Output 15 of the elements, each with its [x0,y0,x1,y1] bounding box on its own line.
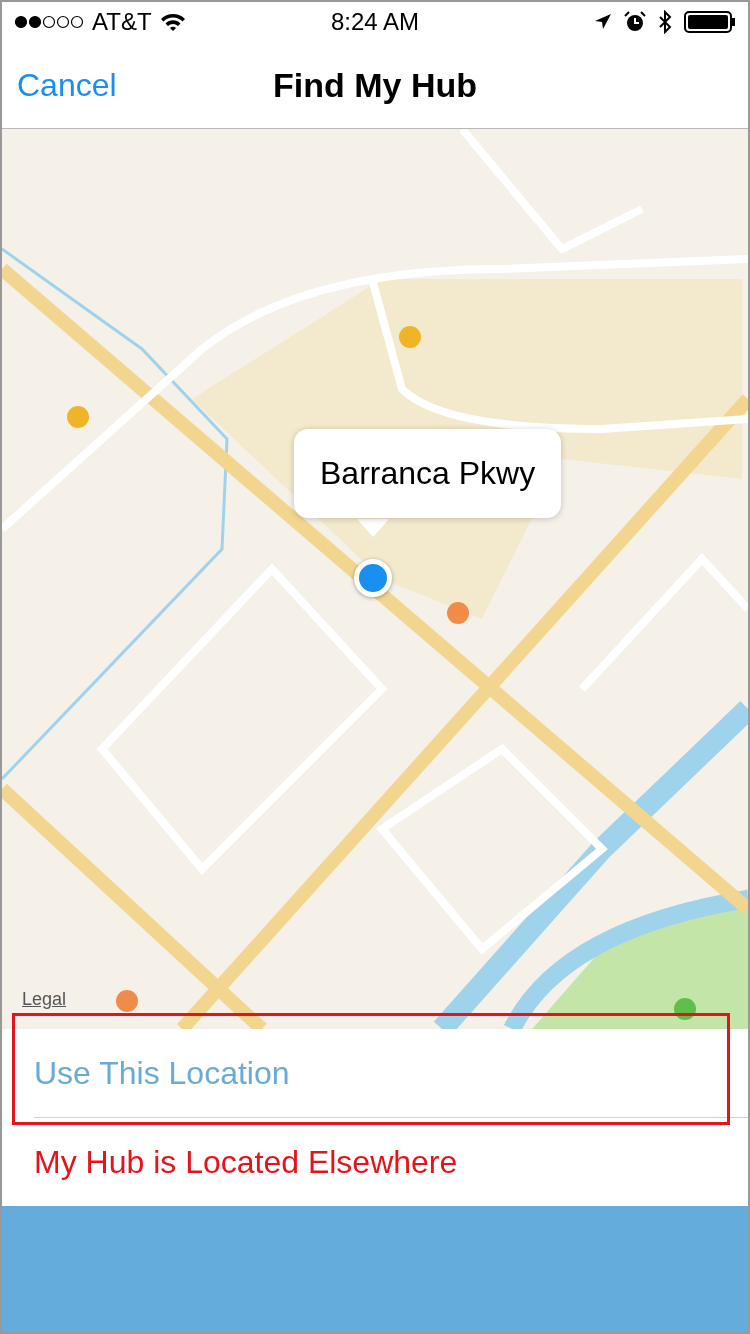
location-arrow-icon [594,13,612,31]
carrier-label: AT&T [92,8,152,36]
cancel-button[interactable]: Cancel [17,66,117,104]
elsewhere-button[interactable]: My Hub is Located Elsewhere [34,1143,458,1181]
alarm-clock-icon [624,11,646,33]
location-pin[interactable] [354,559,392,597]
use-location-button[interactable]: Use This Location [34,1054,290,1092]
screen-title: Find My Hub [273,65,477,104]
location-callout: Barranca Pkwy [294,429,562,518]
battery-icon [684,11,736,33]
time-label: 8:24 AM [330,8,420,35]
signal-icon [14,15,84,29]
legal-link[interactable]: Legal [22,989,67,1010]
bluetooth-icon [658,10,672,34]
wifi-icon [159,12,186,32]
